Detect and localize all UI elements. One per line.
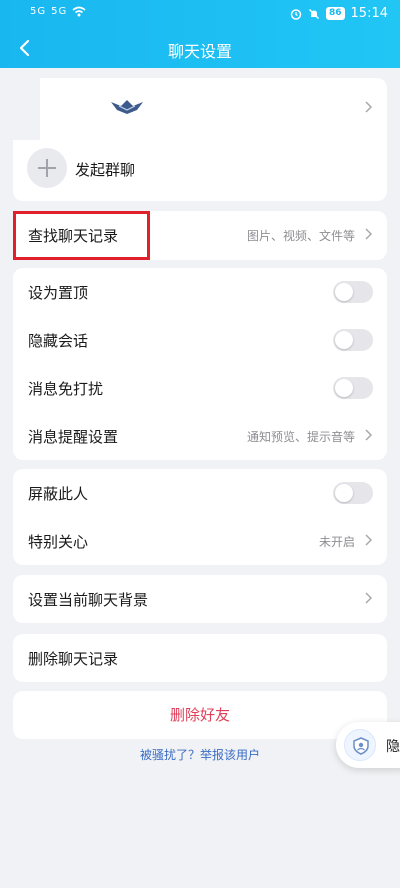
pin-chat-row: 设为置顶 xyxy=(13,268,387,316)
chat-background-row[interactable]: 设置当前聊天背景 xyxy=(13,575,387,623)
hide-chat-toggle[interactable] xyxy=(333,329,373,351)
profile-card: 发起群聊 xyxy=(13,78,387,201)
special-care-hint: 未开启 xyxy=(318,535,355,549)
special-care-row[interactable]: 特别关心 未开启 xyxy=(13,517,387,565)
do-not-disturb-row: 消息免打扰 xyxy=(13,364,387,412)
battery-indicator: 86 xyxy=(326,7,345,20)
chevron-right-icon xyxy=(365,534,373,546)
do-not-disturb-label: 消息免打扰 xyxy=(28,380,104,398)
search-history-hint: 图片、视频、文件等 xyxy=(246,229,355,243)
special-care-label: 特别关心 xyxy=(28,533,89,551)
delete-friend-card: 删除好友 xyxy=(13,691,387,739)
chevron-right-icon xyxy=(365,101,373,113)
create-group-button[interactable]: 发起群聊 xyxy=(13,140,387,200)
friend-logo-icon xyxy=(111,100,143,114)
reminder-settings-label: 消息提醒设置 xyxy=(28,428,119,446)
status-left: 5G 5G xyxy=(30,6,86,17)
pin-chat-toggle[interactable] xyxy=(333,281,373,303)
floating-hide-button[interactable]: 隐 xyxy=(336,722,400,768)
status-bar: 5G 5G 86 15:14 xyxy=(0,0,400,30)
wifi-icon xyxy=(72,6,86,17)
create-group-label: 发起群聊 xyxy=(75,161,136,179)
status-time: 15:14 xyxy=(350,6,388,21)
shield-icon xyxy=(344,729,376,761)
nav-bar: 聊天设置 xyxy=(0,36,400,62)
block-user-row: 屏蔽此人 xyxy=(13,469,387,517)
mute-bell-icon xyxy=(309,8,319,19)
page-title: 聊天设置 xyxy=(167,42,232,61)
block-user-label: 屏蔽此人 xyxy=(28,485,89,503)
settings-card-1: 设为置顶 隐藏会话 消息免打扰 消息提醒设置 通知预览、提示音等 xyxy=(13,268,387,460)
reminder-settings-hint: 通知预览、提示音等 xyxy=(246,430,355,444)
reminder-settings-row[interactable]: 消息提醒设置 通知预览、提示音等 xyxy=(13,412,387,460)
hide-chat-label: 隐藏会话 xyxy=(28,332,89,350)
chevron-right-icon xyxy=(365,429,373,441)
delete-history-row[interactable]: 删除聊天记录 xyxy=(13,634,387,682)
settings-card-2: 屏蔽此人 特别关心 未开启 xyxy=(13,469,387,565)
do-not-disturb-toggle[interactable] xyxy=(333,377,373,399)
sim2-signal: 5G xyxy=(51,6,68,17)
delete-friend-label: 删除好友 xyxy=(169,706,230,724)
hide-chat-row: 隐藏会话 xyxy=(13,316,387,364)
chevron-right-icon xyxy=(365,592,373,604)
chevron-right-icon xyxy=(365,228,373,240)
block-user-toggle[interactable] xyxy=(333,482,373,504)
status-right: 86 15:14 xyxy=(290,6,388,21)
chat-background-label: 设置当前聊天背景 xyxy=(28,591,149,609)
friend-avatar-strip xyxy=(13,78,40,140)
background-card: 设置当前聊天背景 xyxy=(13,575,387,623)
delete-friend-button[interactable]: 删除好友 xyxy=(13,691,387,739)
alarm-icon xyxy=(290,8,302,20)
highlight-box xyxy=(13,211,150,260)
delete-history-card: 删除聊天记录 xyxy=(13,634,387,682)
friend-entry[interactable] xyxy=(13,78,387,140)
floating-button-label: 隐 xyxy=(386,739,400,755)
sim1-signal: 5G xyxy=(30,6,47,17)
add-circle-icon xyxy=(27,148,67,188)
pin-chat-label: 设为置顶 xyxy=(28,284,89,302)
delete-history-label: 删除聊天记录 xyxy=(28,650,119,668)
top-bar: 5G 5G 86 15:14 聊天设置 xyxy=(0,0,400,68)
